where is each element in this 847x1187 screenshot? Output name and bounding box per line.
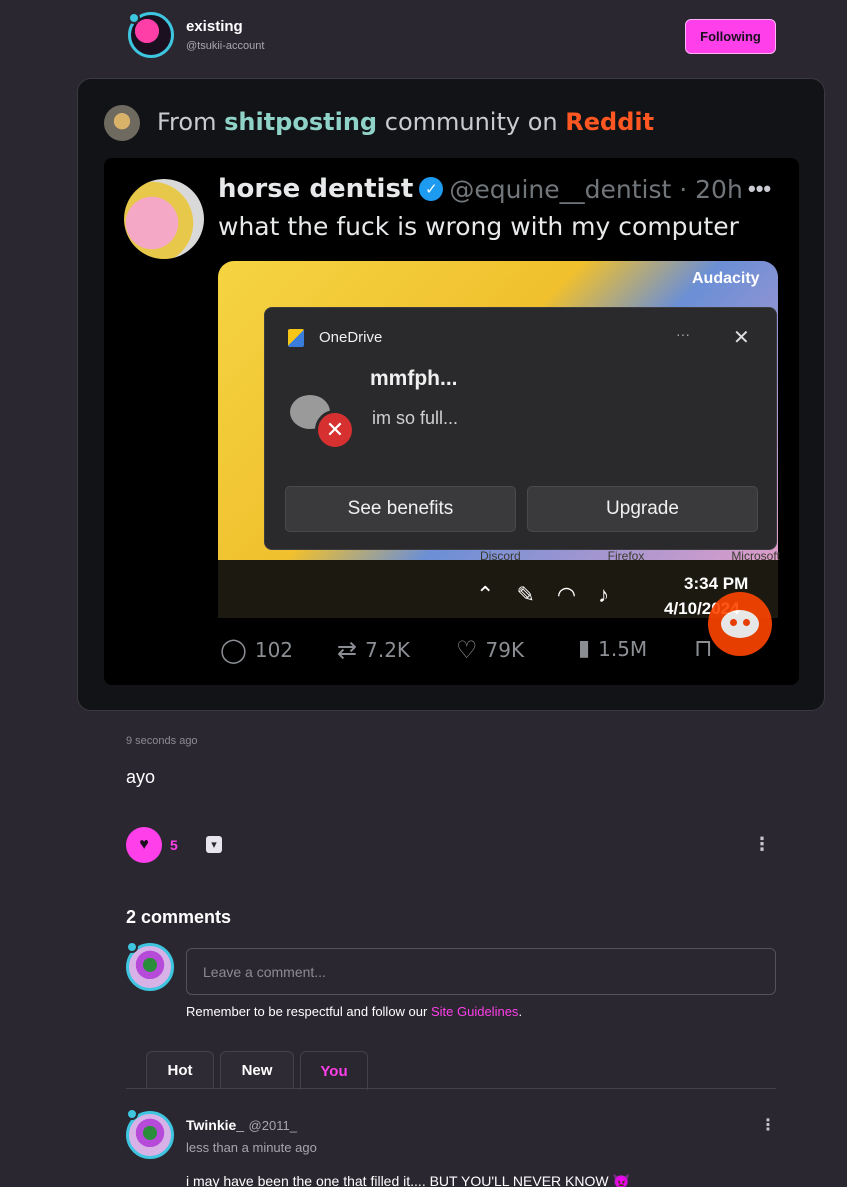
comment-time: less than a minute ago — [186, 1140, 317, 1155]
tweet-views: ▮ 1.5M — [578, 636, 647, 661]
tweet-display-name: horse dentist — [218, 174, 414, 204]
guidelines-prefix: Remember to be respectful and follow our — [186, 1004, 428, 1019]
reply-icon: ◯ — [220, 636, 247, 664]
popup-heading: mmfph... — [370, 367, 458, 390]
reddit-alien-icon — [721, 610, 759, 638]
tweet-text: what the fuck is wrong with my computer — [218, 212, 739, 241]
platform-name: Reddit — [565, 108, 655, 136]
view-count: 1.5M — [598, 636, 648, 661]
retweet-icon: ⇄ — [337, 636, 358, 664]
tab-new[interactable]: New — [220, 1051, 294, 1089]
upgrade-button: Upgrade — [527, 486, 758, 532]
like-count: 5 — [170, 837, 178, 853]
like-button[interactable]: ♥ — [126, 827, 162, 863]
from-middle: community on — [384, 108, 558, 136]
from-prefix: From — [157, 108, 217, 136]
popup-close-icon: ✕ — [733, 327, 750, 349]
commenter-name[interactable]: Twinkie_ — [186, 1117, 244, 1133]
heart-icon: ♥ — [139, 836, 149, 853]
tabs-divider — [126, 1088, 776, 1089]
thumbs-down-icon: ▾ — [211, 839, 217, 851]
wifi-icon: ◠ — [556, 582, 577, 607]
tab-hot[interactable]: Hot — [146, 1051, 214, 1089]
site-guidelines-link[interactable]: Site Guidelines — [431, 1004, 518, 1019]
onedrive-title: OneDrive — [319, 329, 383, 346]
retweet-count: 7.2K — [365, 638, 411, 662]
reddit-logo-icon — [708, 592, 772, 656]
reddit-eye-icon — [730, 619, 737, 626]
views-icon: ▮ — [578, 636, 591, 661]
tweet-likes: ♡ 79K — [456, 636, 524, 664]
author-handle: @tsukii-account — [186, 40, 265, 52]
commenter-handle: @2011_ — [248, 1118, 297, 1133]
chevron-up-icon: ⌃ — [476, 582, 495, 607]
tweet-header: horse dentist ✓ @equine__dentist · 20h — [218, 174, 743, 204]
volume-icon: ♪ — [598, 582, 610, 607]
tweet-like-count: 79K — [485, 638, 525, 662]
taskbar-label: Microsoft — [731, 549, 780, 563]
taskbar-label: Discord — [480, 549, 521, 563]
more-icon: ••• — [748, 176, 772, 201]
popup-message: im so full... — [372, 408, 459, 428]
comment-options-icon[interactable]: ⋮ — [760, 1118, 776, 1134]
tweet-avatar — [124, 179, 204, 259]
clock-time: 3:34 PM — [684, 574, 749, 593]
embed-source-line: From shitposting community on Reddit — [157, 108, 654, 136]
author-name[interactable]: existing — [186, 18, 243, 35]
tab-you[interactable]: You — [300, 1051, 368, 1090]
tweet-replies: ◯ 102 — [220, 636, 293, 664]
guidelines-note: Remember to be respectful and follow our… — [186, 1004, 522, 1019]
post-options-icon[interactable]: ⋮ — [753, 835, 771, 853]
taskbar-app-labels: Discord Firefox Microsoft — [480, 549, 780, 563]
commenter-badge-icon — [126, 1108, 138, 1120]
tweet-retweets: ⇄ 7.2K — [337, 636, 410, 664]
guidelines-suffix: . — [518, 1004, 523, 1019]
error-badge-icon: ✕ — [315, 410, 355, 450]
heart-outline-icon: ♡ — [456, 636, 478, 664]
post-timestamp: 9 seconds ago — [126, 735, 198, 747]
comments-title: 2 comments — [126, 907, 232, 927]
bookmark-icon: ⊓ — [694, 634, 713, 662]
comment-input[interactable]: Leave a comment... — [186, 948, 776, 995]
see-benefits-button: See benefits — [285, 486, 516, 532]
subreddit-name: shitposting — [224, 108, 378, 136]
post-caption: ayo — [126, 767, 156, 787]
taskbar-label: Firefox — [607, 549, 645, 563]
author-badge-icon — [128, 12, 140, 24]
dislike-button[interactable]: ▾ — [206, 836, 222, 853]
tray-icons: ⌃ ✎ ◠ ♪ — [476, 582, 609, 608]
subreddit-avatar — [104, 105, 140, 141]
comment-text: i may have been the one that filled it..… — [186, 1173, 630, 1187]
audacity-label: Audacity — [692, 270, 760, 287]
reply-count: 102 — [254, 638, 294, 662]
current-user-badge-icon — [126, 941, 138, 953]
tweet-handle-time: @equine__dentist · 20h — [449, 174, 743, 204]
comment-header: Twinkie_ @2011_ — [186, 1117, 297, 1135]
reddit-eye-icon — [743, 619, 750, 626]
verified-icon: ✓ — [419, 177, 444, 201]
popup-more-icon: ··· — [676, 326, 690, 342]
onedrive-logo-icon — [288, 329, 304, 347]
following-button[interactable]: Following — [685, 19, 776, 54]
pen-icon: ✎ — [516, 582, 535, 607]
